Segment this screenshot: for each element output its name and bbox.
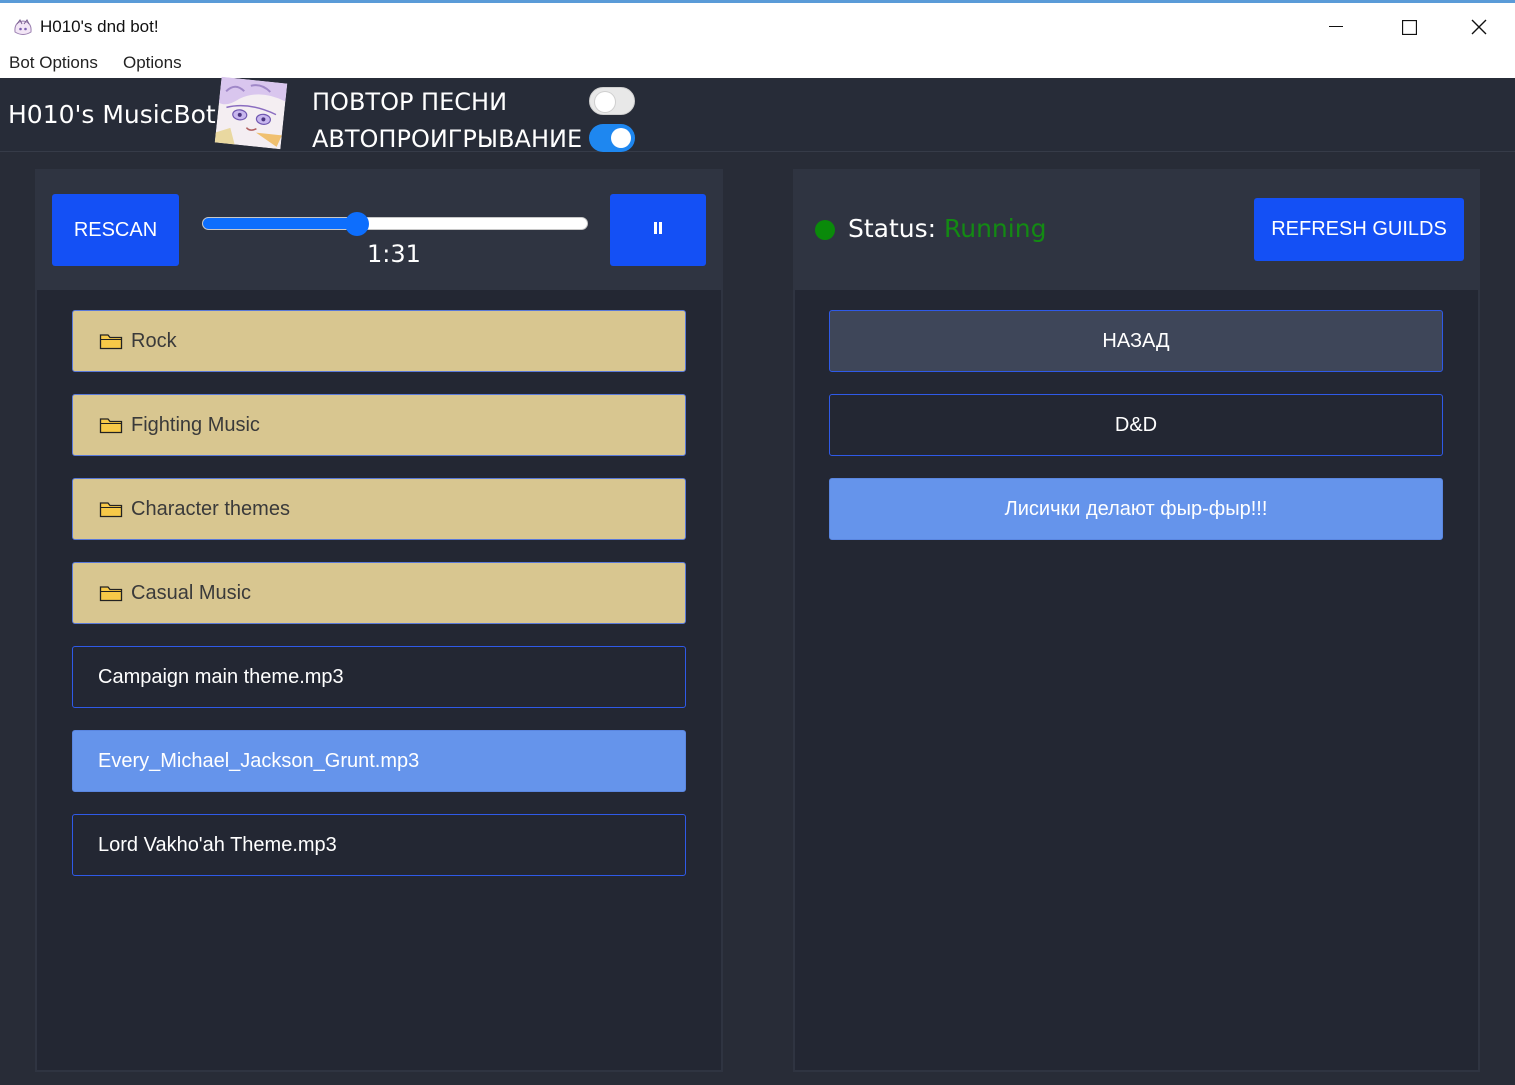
menu-bar: Bot Options Options xyxy=(0,48,1515,78)
track-item-selected[interactable]: Every_Michael_Jackson_Grunt.mp3 xyxy=(72,730,686,792)
menu-bot-options[interactable]: Bot Options xyxy=(9,53,98,73)
playback-time: 1:31 xyxy=(367,240,421,268)
close-button[interactable] xyxy=(1444,6,1514,48)
folder-item[interactable]: Casual Music xyxy=(72,562,686,624)
toggle-knob xyxy=(611,128,631,148)
status-value: Running xyxy=(944,214,1047,243)
toggle-knob xyxy=(595,92,615,112)
seek-slider-thumb[interactable] xyxy=(345,212,369,236)
pause-button[interactable] xyxy=(610,194,706,266)
folder-name: Character themes xyxy=(131,497,290,520)
rescan-button[interactable]: RESCAN xyxy=(52,194,179,266)
menu-options[interactable]: Options xyxy=(123,53,182,73)
refresh-guilds-button[interactable]: REFRESH GUILDS xyxy=(1254,198,1464,261)
window-titlebar: H010's dnd bot! xyxy=(0,0,1515,48)
seek-slider[interactable] xyxy=(202,212,588,236)
guild-item[interactable]: D&D xyxy=(829,394,1443,456)
folder-item[interactable]: Fighting Music xyxy=(72,394,686,456)
pause-icon xyxy=(653,221,663,240)
minimize-icon xyxy=(1329,26,1343,28)
maximize-icon xyxy=(1401,19,1417,35)
seek-slider-fill xyxy=(203,218,357,229)
folder-item[interactable]: Rock xyxy=(72,310,686,372)
autoplay-toggle[interactable] xyxy=(589,124,635,152)
avatar xyxy=(214,76,288,150)
repeat-song-toggle[interactable] xyxy=(589,87,635,115)
folder-icon xyxy=(99,332,123,350)
folder-icon xyxy=(99,500,123,518)
folder-icon xyxy=(99,416,123,434)
status-indicator xyxy=(815,220,835,240)
back-button[interactable]: НАЗАД xyxy=(829,310,1443,372)
maximize-button[interactable] xyxy=(1374,6,1444,48)
app-header: H010's MusicBot ПОВТОР ПЕСНИ АВТОПРОИГРЫ… xyxy=(0,76,1515,153)
repeat-song-label: ПОВТОР ПЕСНИ xyxy=(312,88,508,116)
close-icon xyxy=(1471,19,1487,35)
brand-title: H010's MusicBot xyxy=(8,100,216,129)
folder-name: Rock xyxy=(131,329,177,352)
folder-item[interactable]: Character themes xyxy=(72,478,686,540)
track-item[interactable]: Lord Vakho'ah Theme.mp3 xyxy=(72,814,686,876)
guild-item-selected[interactable]: Лисички делают фыр-фыр!!! xyxy=(829,478,1443,540)
folder-icon xyxy=(99,584,123,602)
autoplay-label: АВТОПРОИГРЫВАНИЕ xyxy=(312,125,583,153)
app-icon xyxy=(12,18,34,38)
folder-name: Fighting Music xyxy=(131,413,260,436)
minimize-button[interactable] xyxy=(1301,6,1371,48)
status-label: Status: xyxy=(848,214,937,243)
track-item[interactable]: Campaign main theme.mp3 xyxy=(72,646,686,708)
window-title: H010's dnd bot! xyxy=(40,17,159,36)
folder-name: Casual Music xyxy=(131,581,252,604)
